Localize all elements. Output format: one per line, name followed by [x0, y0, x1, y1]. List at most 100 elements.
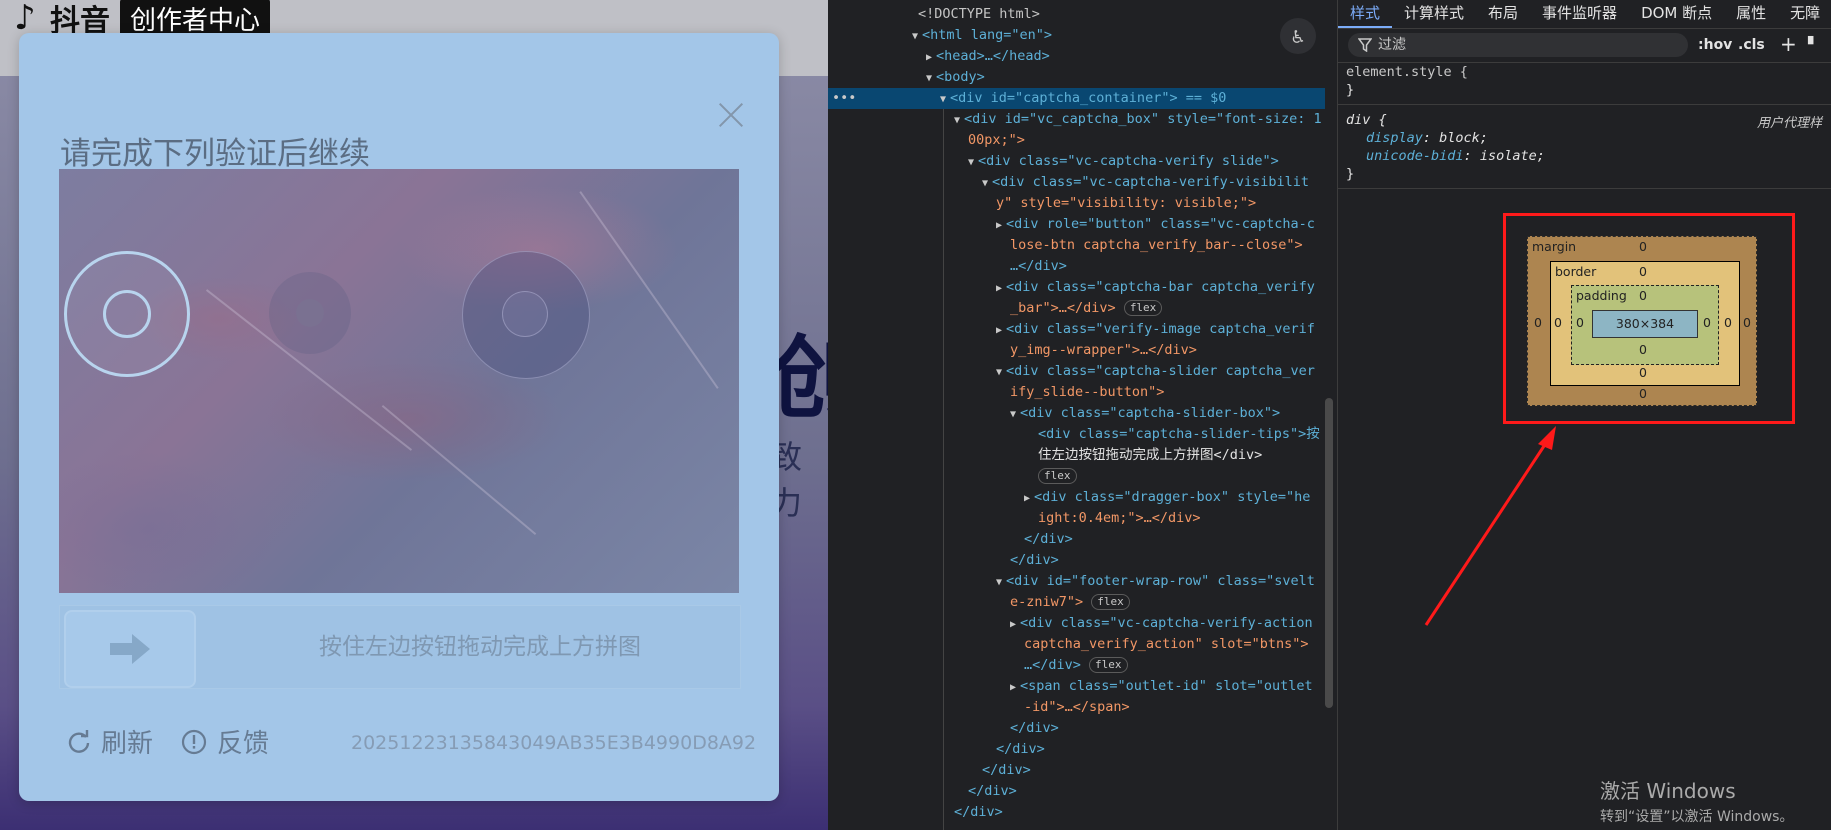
dom-node[interactable]: ▼ <div id="footer-wrap-row" class="svelt [996, 571, 1315, 592]
margin-right-value[interactable]: 0 [1743, 315, 1751, 330]
tab-computed[interactable]: 计算样式 [1392, 0, 1476, 28]
border-bottom-value[interactable]: 0 [1639, 365, 1647, 380]
captcha-slider-track: 按住左边按钮拖动完成上方拼图 [59, 605, 741, 689]
dom-node-close: </div> [1010, 552, 1059, 568]
tab-dom-breakpoints[interactable]: DOM 断点 [1629, 0, 1724, 28]
border-right-value[interactable]: 0 [1724, 315, 1732, 330]
flex-badge[interactable]: flex [1123, 300, 1163, 316]
dom-node-cont: _bar">…</div> flex [1010, 298, 1163, 319]
cls-toggle[interactable]: .cls [1738, 37, 1765, 53]
devtools-panel: ♿ <!DOCTYPE html> ▼ <html lang="en"> ▶ <he… [828, 0, 1831, 830]
flex-badge[interactable]: flex [1038, 468, 1077, 484]
dom-node[interactable]: ▼ <div id="vc_captcha_box" style="font-si… [954, 109, 1322, 130]
captcha-actions: 刷新 反馈 [67, 723, 297, 760]
filter-placeholder: 过滤 [1378, 37, 1406, 53]
margin-label: margin [1532, 239, 1577, 254]
image-texture-line [579, 191, 719, 389]
sidebar-tabs: 样式 计算样式 布局 事件监听器 DOM 断点 属性 无障 [1338, 0, 1831, 29]
filter-input[interactable]: 过滤 [1348, 33, 1688, 57]
border-left-value[interactable]: 0 [1554, 315, 1562, 330]
dom-node-selected[interactable]: ••• ▼ <div id="captcha_container"> == $0 [828, 88, 1325, 109]
tab-accessibility[interactable]: 无障 [1778, 0, 1831, 28]
dom-node-close: </div> [1024, 531, 1073, 547]
margin-top-value[interactable]: 0 [1639, 239, 1647, 254]
slider-tip-text: 按住左边按钮拖动完成上方拼图 [319, 634, 641, 660]
node-actions-ellipsis[interactable]: ••• [832, 88, 856, 109]
tab-event-listeners[interactable]: 事件监听器 [1530, 0, 1629, 28]
dom-node[interactable]: ▶ <div class="dragger-box" style="he [1024, 487, 1310, 508]
dom-node[interactable]: ▼ <html lang="en"> [912, 25, 1052, 46]
tree-guide-line [943, 97, 944, 830]
div-rule-selector[interactable]: div { [1346, 112, 1387, 128]
elements-scrollbar[interactable] [1325, 398, 1333, 708]
dom-node[interactable]: ▶ <head>…</head> [926, 46, 1050, 67]
div-rule-close: } [1346, 166, 1355, 182]
dom-node[interactable]: ▶ <span class="outlet-id" slot="outlet [1010, 676, 1313, 697]
padding-left-value[interactable]: 0 [1576, 315, 1584, 330]
dom-node[interactable]: ▶ <div role="button" class="vc-captcha-c [996, 214, 1315, 235]
refresh-icon [68, 729, 90, 753]
dom-node-cont: -id">…</span> [1024, 699, 1130, 715]
user-agent-stylesheet-label: 用户代理样 [1756, 116, 1822, 131]
dom-node[interactable]: ▶ <div class="captcha-bar captcha_verify [996, 277, 1315, 298]
feedback-label: 反馈 [217, 729, 270, 759]
dom-node[interactable]: ▼ <div class="vc-captcha-verify slide"> [968, 151, 1279, 172]
styles-pane: 样式 计算样式 布局 事件监听器 DOM 断点 属性 无障 过滤 :hov .c… [1337, 0, 1831, 830]
box-model-content-size[interactable]: 380×384 [1592, 310, 1698, 338]
tab-styles[interactable]: 样式 [1338, 0, 1393, 28]
windows-activation-watermark: 激活 Windows 转到“设置”以激活 Windows。 [1600, 775, 1793, 826]
dom-node[interactable]: ▶ <div class="vc-captcha-verify-action [1010, 613, 1313, 634]
tab-layout[interactable]: 布局 [1476, 0, 1530, 28]
flex-badge[interactable]: flex [1091, 594, 1130, 610]
dom-node-cont: captcha_verify_action" slot="btns"> [1024, 636, 1309, 652]
margin-left-value[interactable]: 0 [1534, 315, 1542, 330]
dom-node-close: </div> [996, 741, 1045, 757]
puzzle-piece-inner-ring [103, 290, 151, 338]
dom-node[interactable]: ▶ <div class="verify-image captcha_verif [996, 319, 1315, 340]
activate-title: 激活 Windows [1600, 779, 1736, 803]
puzzle-decoy-inner [296, 299, 324, 327]
dom-node-cont: y" style="visibility: visible;"> [996, 195, 1257, 211]
image-texture-line [381, 404, 537, 536]
padding-right-value[interactable]: 0 [1703, 315, 1711, 330]
dom-node[interactable]: ▼ <body> [926, 67, 985, 88]
css-declaration[interactable]: display: block; [1366, 130, 1488, 146]
dom-node-cont: …</div> flex [1024, 655, 1128, 676]
arrow-right-icon [110, 634, 150, 664]
close-icon[interactable] [713, 97, 749, 133]
padding-bottom-value[interactable]: 0 [1639, 342, 1647, 357]
paint-brush-icon[interactable]: ▘ [1808, 37, 1819, 53]
filter-icon [1358, 38, 1372, 52]
elements-tree: ♿ <!DOCTYPE html> ▼ <html lang="en"> ▶ <he… [828, 0, 1337, 830]
captcha-puzzle-image [59, 169, 739, 593]
dom-node-cont: flex [1038, 466, 1077, 487]
refresh-label: 刷新 [101, 729, 154, 759]
red-annotation-arrow [1424, 426, 1556, 626]
new-style-rule-icon[interactable]: + [1780, 32, 1797, 56]
box-model-highlight: 380×384 margin border padding 0 0 0 0 0 … [1503, 213, 1795, 424]
douyin-note-icon: ♪ [14, 0, 36, 38]
refresh-button[interactable]: 刷新 [67, 723, 153, 760]
margin-bottom-value[interactable]: 0 [1639, 386, 1647, 401]
captcha-title: 请完成下列验证后继续 [60, 136, 370, 172]
hov-toggle[interactable]: :hov [1698, 37, 1732, 53]
captcha-modal: 请完成下列验证后继续 按住左边按钮拖动完成上方拼图 刷新 反馈 20251223… [19, 33, 779, 801]
feedback-button[interactable]: 反馈 [181, 723, 269, 760]
css-declaration[interactable]: unicode-bidi: isolate; [1366, 148, 1545, 164]
exclamation-circle-icon [181, 729, 207, 754]
tab-properties[interactable]: 属性 [1724, 0, 1778, 28]
border-top-value[interactable]: 0 [1639, 264, 1647, 279]
dom-node-cont: lose-btn captcha_verify_bar--close"> [1010, 237, 1303, 253]
slider-drag-button[interactable] [64, 610, 196, 688]
web-page: ♪ 抖音 创作者中心 创 致力 请完成下列验证后继续 按住左边按钮拖动完成上方拼… [0, 0, 828, 830]
element-style-selector[interactable]: element.style { [1346, 64, 1468, 80]
padding-top-value[interactable]: 0 [1639, 288, 1647, 303]
dom-node-cont: e-zniw7"> flex [1010, 592, 1130, 613]
dom-node[interactable]: <!DOCTYPE html> [918, 4, 1040, 25]
flex-badge[interactable]: flex [1089, 657, 1128, 673]
dom-node[interactable]: ▼ <div class="vc-captcha-verify-visibilit [982, 172, 1309, 193]
dom-node[interactable]: ▼ <div class="captcha-slider-box"> [1010, 403, 1280, 424]
dom-node[interactable]: <div class="captcha-slider-tips">按 [1038, 424, 1320, 445]
accessibility-tree-toggle-icon[interactable]: ♿ [1280, 18, 1316, 54]
dom-node[interactable]: ▼ <div class="captcha-slider captcha_ver [996, 361, 1315, 382]
